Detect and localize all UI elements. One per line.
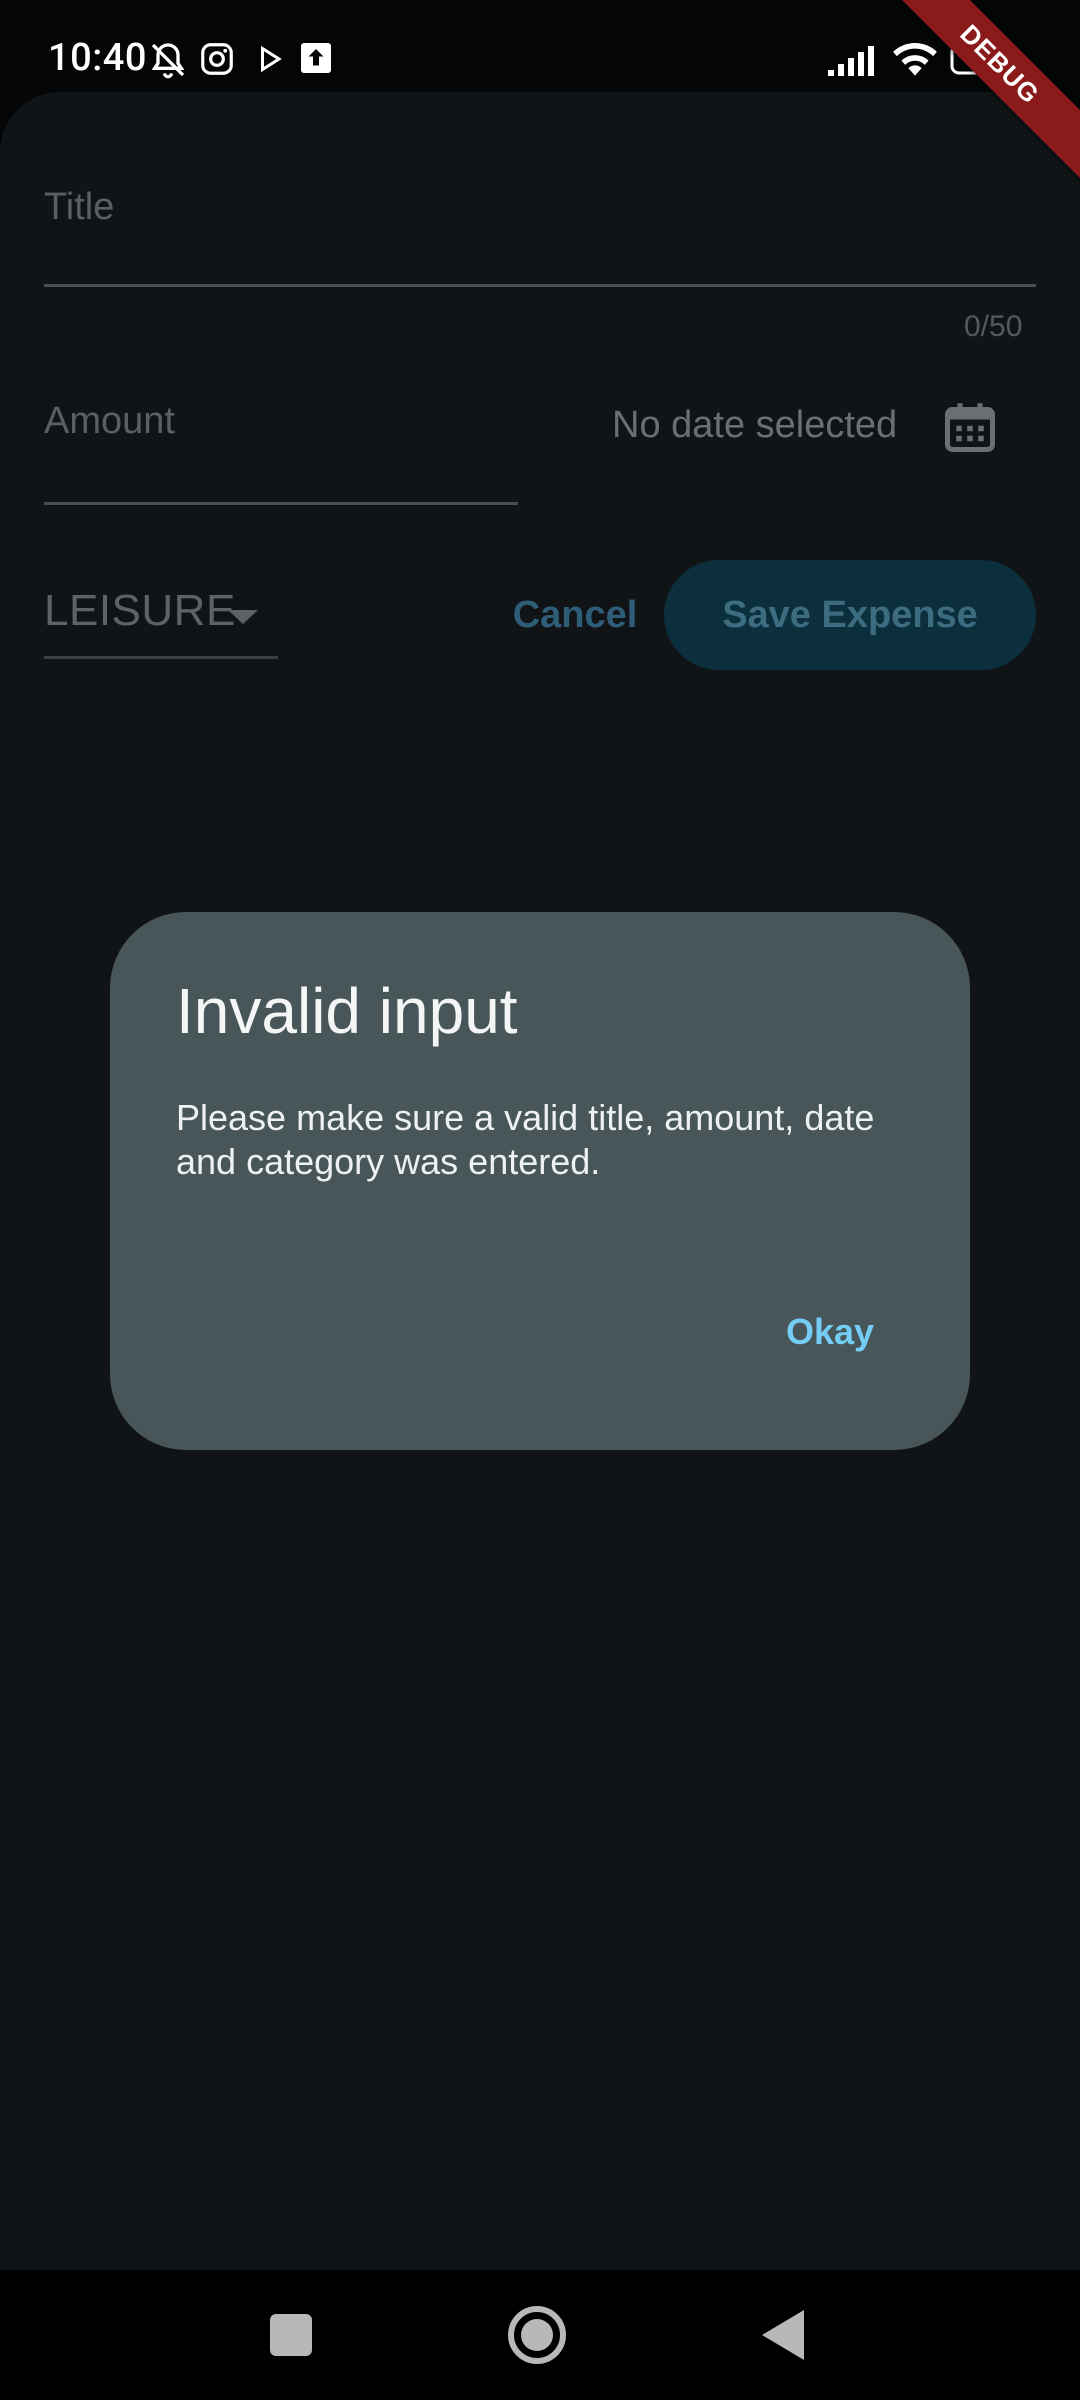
play-icon [252, 40, 288, 82]
status-time: 10:40 [48, 36, 147, 80]
okay-button[interactable]: Okay [750, 1292, 910, 1372]
signal-icon [826, 44, 878, 82]
screen: 10:40 Title 0/50 Amount No date selected… [0, 0, 1080, 2400]
upload-icon [298, 40, 334, 80]
save-expense-button[interactable]: Save Expense [664, 560, 1036, 670]
amount-input-underline [44, 502, 518, 505]
bell-off-icon [148, 40, 188, 84]
dialog-message: Please make sure a valid title, amount, … [176, 1097, 875, 1182]
navigation-bar [0, 2270, 1080, 2400]
title-char-counter: 0/50 [964, 310, 1023, 343]
chevron-down-icon [226, 606, 260, 630]
amount-input-label[interactable]: Amount [44, 400, 175, 443]
title-input-label[interactable]: Title [44, 186, 114, 229]
title-input-underline [44, 284, 1036, 287]
category-dropdown-value: LEISURE [44, 586, 236, 635]
home-icon[interactable] [506, 2304, 568, 2370]
date-display: No date selected [612, 404, 898, 446]
dialog-title: Invalid input [176, 975, 518, 1047]
instagram-icon [198, 40, 236, 82]
recents-icon[interactable] [268, 2312, 314, 2362]
back-icon[interactable] [760, 2308, 806, 2366]
cancel-button[interactable]: Cancel [500, 580, 650, 650]
invalid-input-dialog: Invalid input Please make sure a valid t… [110, 912, 970, 1450]
wifi-icon [890, 38, 940, 84]
calendar-icon[interactable] [940, 396, 1000, 462]
category-dropdown-underline [44, 656, 278, 659]
